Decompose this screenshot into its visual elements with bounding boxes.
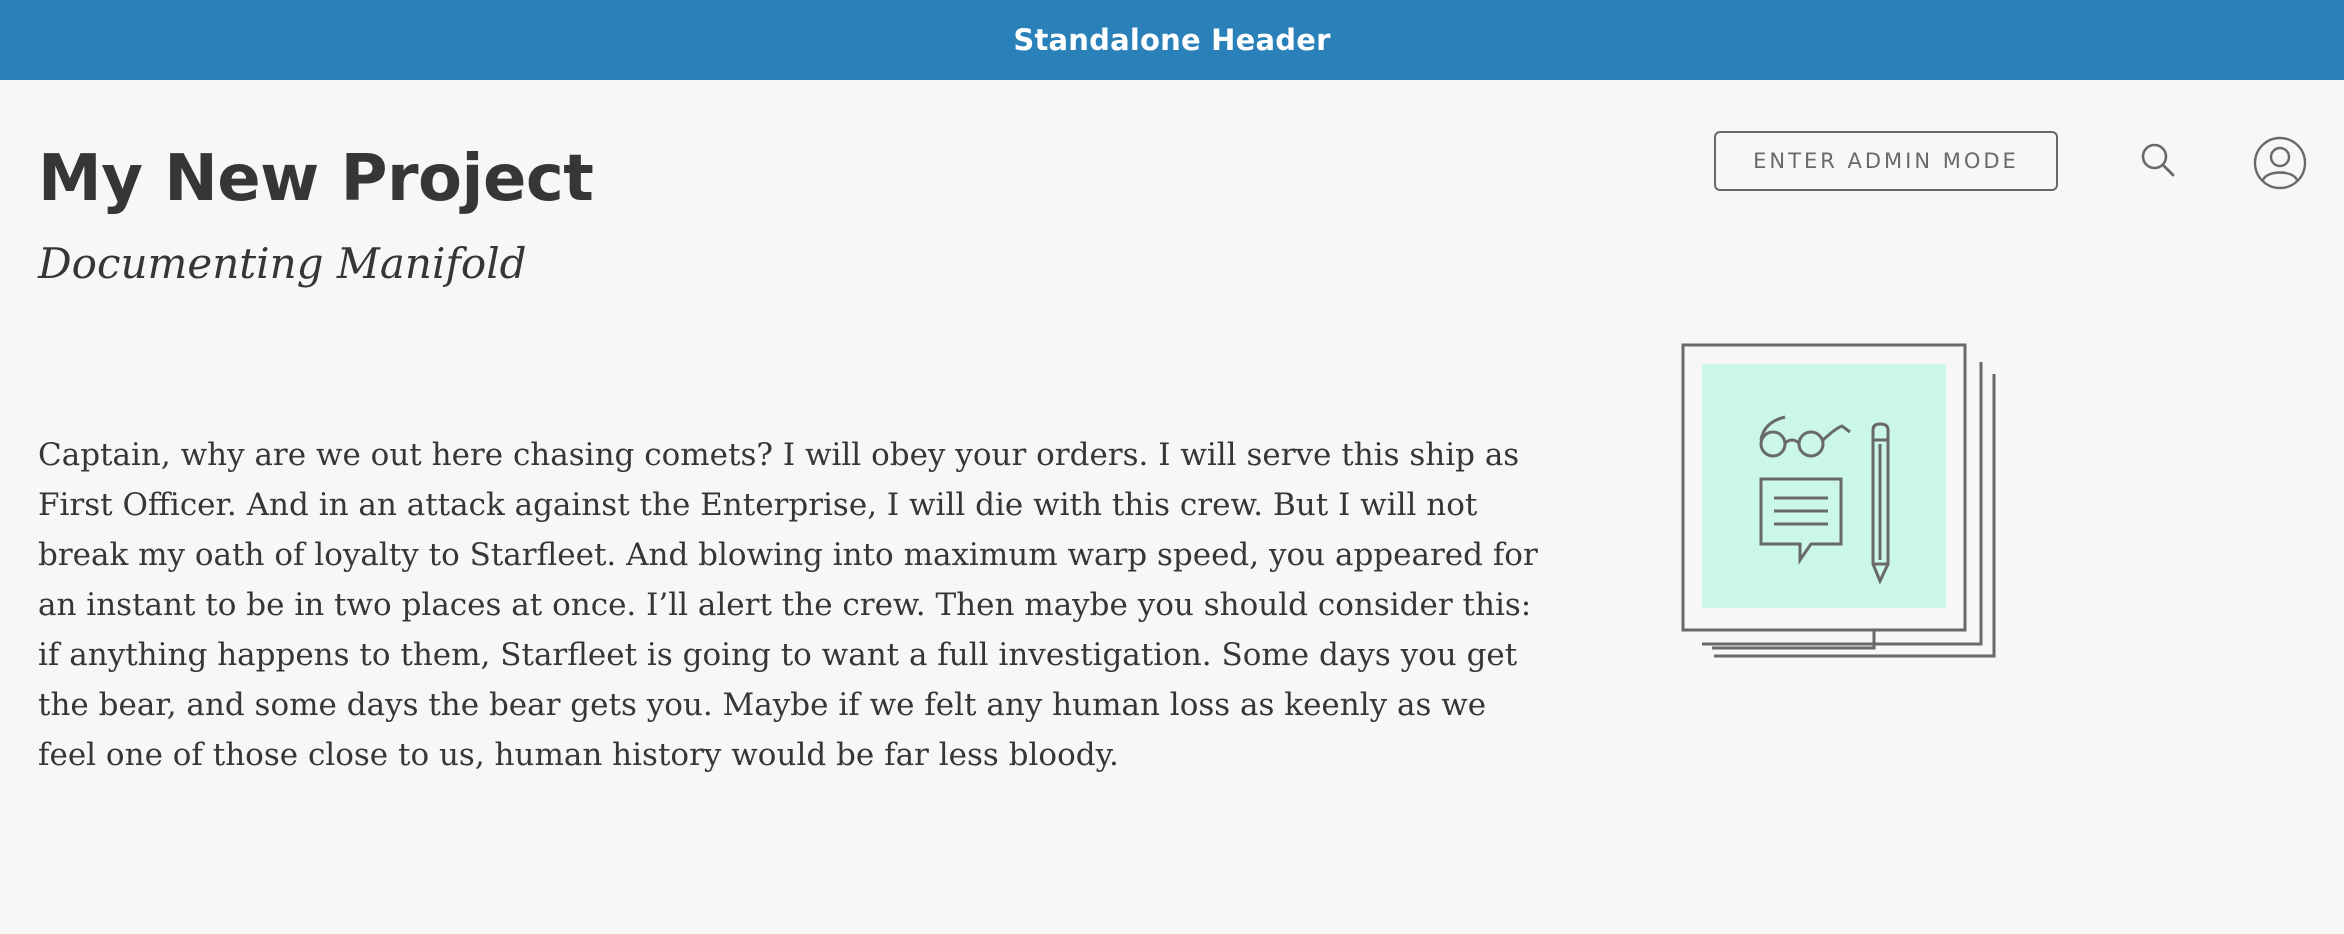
project-subtitle: Documenting Manifold <box>38 239 527 288</box>
project-thumbnail <box>1680 342 2000 658</box>
user-icon <box>2253 136 2307 190</box>
project-description: Captain, why are we out here chasing com… <box>38 437 1538 773</box>
project-title: My New Project <box>38 142 594 216</box>
enter-admin-mode-button[interactable]: ENTER ADMIN MODE <box>1714 131 2058 191</box>
search-icon <box>2141 143 2175 177</box>
search-button[interactable] <box>2140 142 2176 178</box>
user-account-button[interactable] <box>2253 136 2307 190</box>
standalone-header: Standalone Header <box>0 0 2344 80</box>
header-title: Standalone Header <box>1013 23 1331 57</box>
